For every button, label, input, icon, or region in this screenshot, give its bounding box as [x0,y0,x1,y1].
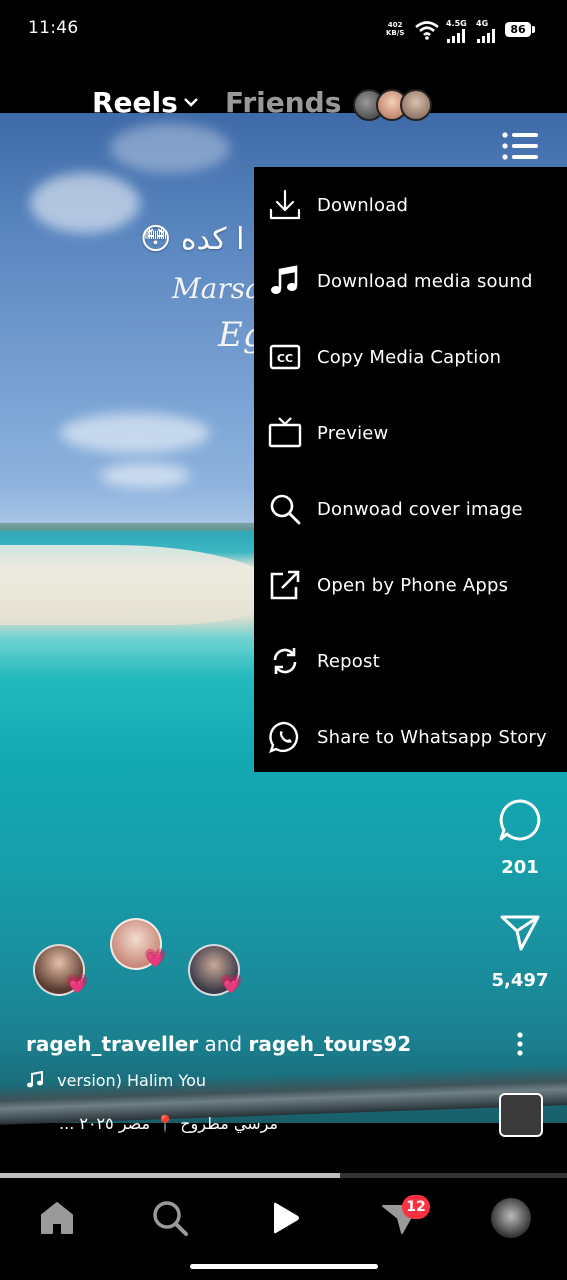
heart-icon: 💗 [144,948,167,969]
status-time: 11:46 [28,18,79,38]
menu-item-label: Donwoad cover image [317,498,523,520]
chevron-down-icon[interactable] [183,96,199,108]
svg-text:CC: CC [277,352,293,365]
play-icon [274,1202,299,1234]
menu-item-download-sound[interactable]: Download media sound [254,243,567,319]
flushed-emoji-icon: 😳 [140,222,172,257]
audio-thumbnail[interactable] [499,1093,543,1137]
menu-item-download[interactable]: Download [254,167,567,243]
author-username[interactable]: rageh_traveller [26,1032,198,1056]
home-icon [41,1202,73,1234]
cloud [60,413,210,453]
menu-item-repost[interactable]: Repost [254,623,567,699]
heart-icon: 💗 [66,974,89,995]
music-info[interactable]: version) Halim You [26,1070,206,1090]
location-tag[interactable]: مرسي مطروح 📍 مصر ٢٠٢٥ ... [18,1114,278,1133]
share-icon[interactable] [499,912,541,952]
menu-item-whatsapp-story[interactable]: Share to Whatsapp Story [254,699,567,775]
music-note-icon [27,1070,43,1088]
music-title: version) Halim You [57,1071,206,1090]
profile-avatar [491,1198,531,1238]
wifi-icon [415,21,439,40]
signal-1: 4.5G [446,19,468,47]
home-indicator[interactable] [190,1264,378,1269]
tab-reels[interactable]: Reels [92,86,178,119]
comment-icon[interactable] [497,797,543,843]
nav-home[interactable] [33,1196,81,1240]
signal-bars-icon [447,29,465,43]
menu-item-label: Share to Whatsapp Story [317,726,547,748]
net-speed: 402 KB/S [386,21,405,37]
menu-item-copy-caption[interactable]: CC Copy Media Caption [254,319,567,395]
reel-authors[interactable]: rageh_traveller and rageh_tours92 [26,1032,411,1056]
signal-2: 4G [476,19,498,47]
signal-bars-icon [477,29,495,43]
battery-indicator: 86 [505,22,535,37]
comment-count: 201 [501,857,539,878]
share-count: 5,497 [491,970,549,991]
cloud [110,123,230,173]
menu-item-label: Copy Media Caption [317,346,502,368]
shoreline [0,523,270,531]
menu-item-label: Download media sound [317,270,533,292]
whatsapp-icon [268,720,302,754]
messages-badge: 12 [402,1195,430,1219]
closed-caption-icon: CC [268,340,302,374]
menu-list-icon[interactable] [500,130,540,162]
menu-item-cover-image[interactable]: Donwoad cover image [254,471,567,547]
nav-search[interactable] [146,1196,194,1240]
tv-icon [268,416,302,450]
menu-item-label: Download [317,194,409,216]
music-note-icon [268,264,302,298]
tab-friends[interactable]: Friends [225,86,341,119]
author-username[interactable]: rageh_tours92 [249,1032,412,1056]
search-icon [153,1201,188,1236]
video-caption-line1: 😳 ا كده [140,222,245,257]
external-link-icon [268,568,302,602]
menu-item-label: Open by Phone Apps [317,574,509,596]
nav-profile[interactable] [487,1196,535,1240]
more-options-icon[interactable] [514,1031,526,1057]
friend-avatar[interactable] [400,89,432,121]
video-caption-line2: Marsa [172,272,262,305]
search-icon [268,492,302,526]
menu-item-label: Preview [317,422,389,444]
reel-options-menu: Download Download media sound CC Copy Me… [254,167,567,772]
menu-item-label: Repost [317,650,380,672]
cloud [30,173,140,233]
menu-item-open-apps[interactable]: Open by Phone Apps [254,547,567,623]
heart-icon: 💗 [220,974,243,995]
repost-icon [268,644,302,678]
nav-reels[interactable] [260,1196,308,1240]
cloud [100,463,190,488]
menu-item-preview[interactable]: Preview [254,395,567,471]
download-icon [268,188,302,222]
